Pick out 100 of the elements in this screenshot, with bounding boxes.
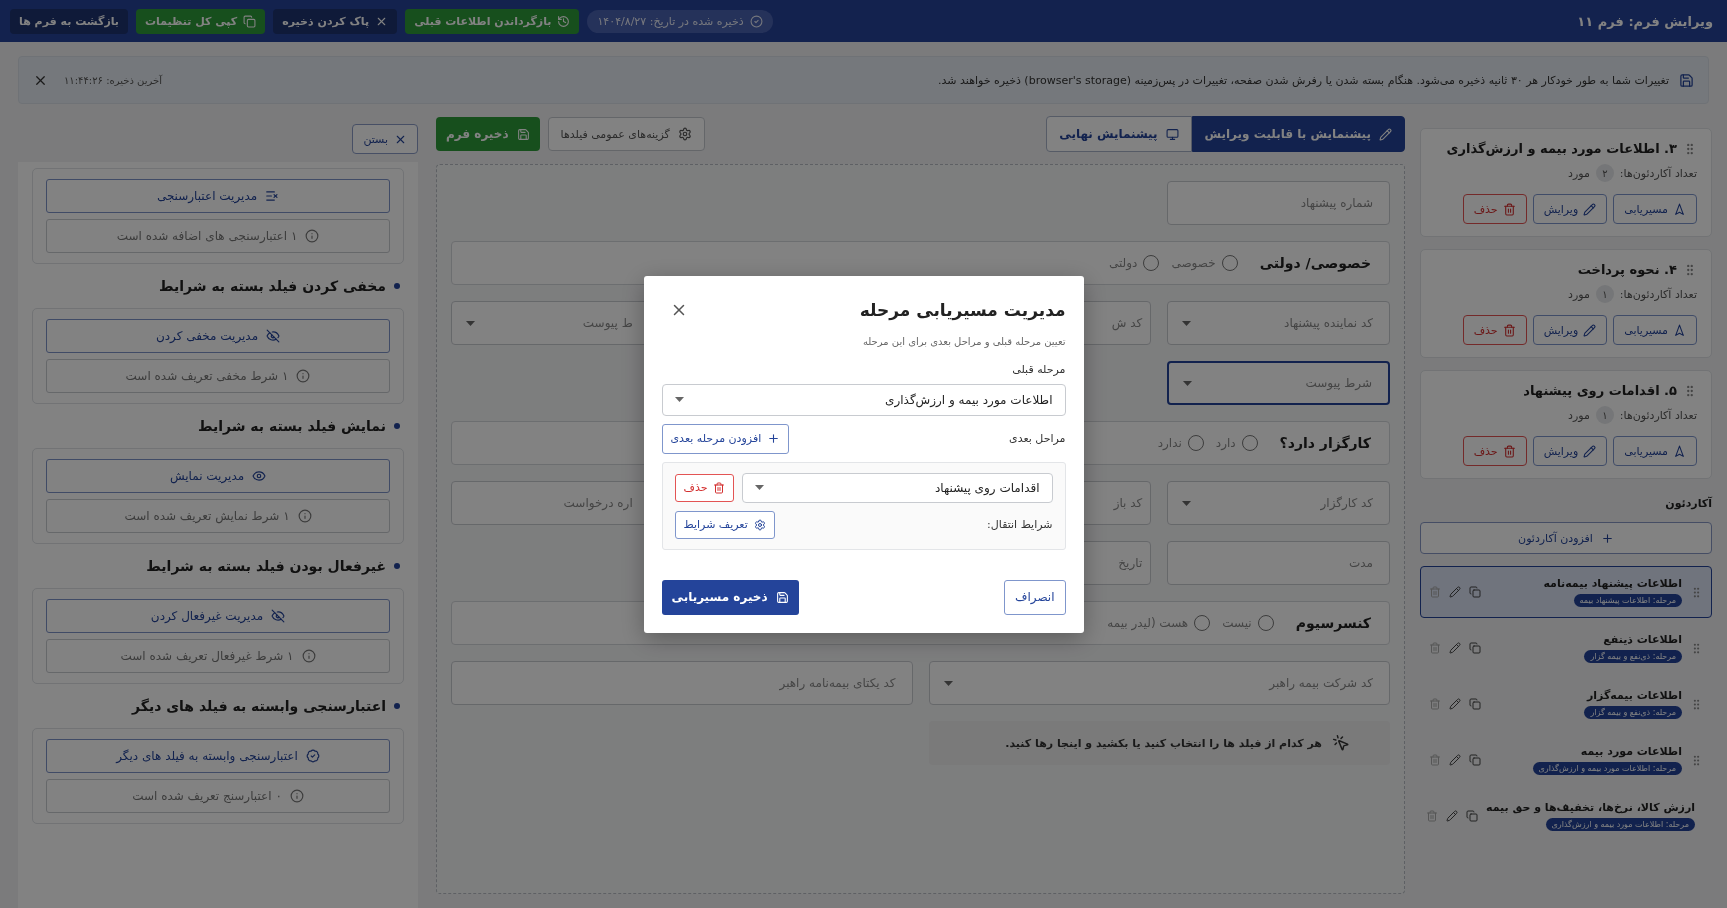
copy-icon: [1469, 642, 1481, 654]
caret-icon: [943, 680, 953, 686]
stage-title: ۵. اقدامات روی پیشنهاد: [1523, 383, 1677, 398]
dropdown-field[interactable]: شرط پیوست: [1167, 361, 1390, 405]
count-label: تعداد آکاردئون‌ها:: [1619, 166, 1697, 180]
radio-option[interactable]: هست (لیدر بیمه: [1107, 615, 1211, 631]
radio-option[interactable]: دارد: [1215, 435, 1258, 451]
info-icon: [289, 789, 304, 803]
add-next-step-button[interactable]: افزودن مرحله بعدی: [661, 423, 790, 454]
header-button[interactable]: کپی کل تنظیمات: [136, 8, 266, 34]
manage-button[interactable]: مدیریت غیرفعال کردن: [46, 599, 390, 633]
stage-badge: مرحله: ذی‌نفع و بیمه گزار: [1584, 706, 1682, 719]
previous-step-select[interactable]: اطلاعات مورد بیمه و ارزش‌گذاری: [661, 383, 1066, 416]
manage-button[interactable]: مدیریت نمایش: [46, 459, 390, 493]
stage-badge: مرحله: اطلاعات مورد بیمه و ارزش‌گذاری: [1532, 762, 1682, 775]
radio-group-label: کارگزار دارد؟: [1279, 435, 1371, 451]
cancel-button[interactable]: انصراف: [1004, 579, 1066, 615]
trash-icon: [1426, 810, 1438, 822]
section-heading: غیرفعال بودن فیلد بسته به شرایط: [146, 558, 386, 574]
pencil-icon: [1449, 754, 1461, 766]
history-icon: [557, 14, 571, 28]
caret-icon: [1182, 320, 1192, 326]
radio-button[interactable]: [1257, 615, 1274, 631]
radio-button[interactable]: [1241, 435, 1258, 451]
dropdown-field[interactable]: کد نماینده پیشنهاد: [1167, 301, 1390, 345]
navigation-arrow-icon: [1673, 202, 1686, 216]
accordion-title: اطلاعات ذینفع: [1603, 633, 1682, 646]
radio-option[interactable]: ندارد: [1157, 435, 1204, 451]
trash-icon: [1502, 323, 1516, 337]
accordion-item[interactable]: اطلاعات ذینفع مرحله: ذی‌نفع و بیمه گزار: [1420, 622, 1712, 674]
radio-group-label: خصوصی/ دولتی: [1259, 255, 1371, 271]
manage-button[interactable]: مدیریت اعتبارسنجی: [46, 179, 390, 213]
radio-button[interactable]: [1194, 615, 1211, 631]
info-text: ۱ شرط غیرفعال تعریف شده است: [120, 649, 294, 663]
copy-icon: [1469, 586, 1481, 598]
accordion-item[interactable]: اطلاعات پیشنهاد بیمه‌نامه مرحله: اطلاعات پیشنهاد بیمه: [1420, 566, 1712, 618]
stage-action-button[interactable]: ویرایش: [1532, 436, 1608, 466]
next-step-select[interactable]: اقدامات روی پیشنهاد: [742, 472, 1053, 503]
radio-option[interactable]: خصوصی: [1171, 255, 1238, 271]
pencil-icon: [1583, 202, 1597, 216]
stage-action-button[interactable]: ویرایش: [1532, 194, 1608, 224]
trash-icon: [1429, 586, 1441, 598]
radio-button[interactable]: [1187, 435, 1204, 451]
list-x-icon: [265, 189, 280, 203]
dialog-title: مدیریت مسیریابی مرحله: [859, 299, 1066, 320]
stage-action-button[interactable]: مسیریابی: [1613, 315, 1697, 345]
header-button[interactable]: بازگرداندن اطلاعات قبلی: [405, 8, 580, 34]
stage-title: ۴. نحوه پرداخت: [1577, 262, 1677, 277]
stage-action-button[interactable]: ویرایش: [1532, 315, 1608, 345]
stage-badge: مرحله: اطلاعات مورد بیمه و ارزش‌گذاری: [1545, 818, 1695, 831]
info-icon: [305, 229, 320, 243]
define-conditions-button[interactable]: تعریف شرایط: [674, 510, 775, 539]
trash-icon: [1429, 698, 1441, 710]
info-text: ۱ اعتبارسنجی های اضافه شده است: [116, 229, 298, 243]
accordion-item[interactable]: اطلاعات مورد بیمه مرحله: اطلاعات مورد بیمه و ارزش‌گذاری: [1420, 734, 1712, 786]
info-icon: [301, 649, 316, 663]
eye-icon: [252, 469, 267, 483]
stage-badge: مرحله: اطلاعات پیشنهاد بیمه: [1573, 594, 1682, 607]
navigation-arrow-icon: [1673, 323, 1686, 337]
manage-button[interactable]: اعتبارسنجی وابسته به فیلد های دیگر: [46, 739, 390, 773]
radio-option[interactable]: دولتی: [1109, 255, 1160, 271]
pencil-icon: [1449, 698, 1461, 710]
close-panel-button[interactable]: بستن: [352, 124, 418, 154]
dropdown-field[interactable]: کد کارگزار: [1167, 481, 1390, 525]
section-heading: اعتبارسنجی وابسته به فیلد های دیگر: [132, 698, 386, 714]
field-label: مراحل بعدی: [1009, 432, 1066, 445]
notice-text: تغییرات شما به طور خودکار هر ۳۰ ثانیه ذخیره می‌شود. هنگام بسته شدن یا رفرش شدن صفحه، تغییرات در پس‌زمینه (browser's storage) ذخیره خواهند شد.: [938, 73, 1669, 87]
info-icon: [297, 509, 312, 523]
stage-action-button[interactable]: حذف: [1462, 315, 1527, 345]
radio-button[interactable]: [1143, 255, 1160, 271]
accordion-item[interactable]: اطلاعات بیمه‌گزار مرحله: ذی‌نفع و بیمه گزار: [1420, 678, 1712, 730]
count-unit: مورد: [1568, 408, 1590, 422]
dropdown-field[interactable]: کد شرکت بیمه راهبر: [928, 661, 1390, 705]
radio-button[interactable]: [1221, 255, 1238, 271]
eye-off-icon: [266, 329, 281, 343]
radio-option[interactable]: نیست: [1222, 615, 1274, 631]
count-unit: مورد: [1568, 287, 1590, 301]
save-form-button[interactable]: ذخیره فرم: [436, 117, 540, 151]
view-tab[interactable]: پیشنمایش با قابلیت ویرایش: [1191, 116, 1405, 152]
view-tab[interactable]: پیشنمایش نهایی: [1046, 116, 1192, 152]
conditions-label: شرایط انتقال:: [987, 518, 1053, 531]
stage-action-button[interactable]: مسیریابی: [1613, 194, 1697, 224]
stage-action-button[interactable]: مسیریابی: [1613, 436, 1697, 466]
plus-icon: [767, 432, 781, 445]
header-button[interactable]: پاک کردن ذخیره: [273, 8, 398, 34]
stage-action-button[interactable]: حذف: [1462, 194, 1527, 224]
copy-icon: [243, 14, 257, 28]
input-field[interactable]: مدت: [1167, 541, 1390, 585]
caret-icon: [674, 397, 684, 402]
delete-button[interactable]: حذف: [674, 473, 735, 502]
manage-button[interactable]: مدیریت مخفی کردن: [46, 319, 390, 353]
stage-action-button[interactable]: حذف: [1462, 436, 1527, 466]
header-button[interactable]: بازگشت به فرم ها: [10, 8, 128, 34]
field-options-button[interactable]: گزینه‌های عمومی فیلدها: [547, 117, 705, 151]
input-field[interactable]: کد یکتای بیمه‌نامه راهبر: [451, 661, 913, 705]
add-accordion-button[interactable]: افزودن آکاردئون: [1420, 522, 1712, 554]
save-routing-button[interactable]: ذخیره مسیریابی: [661, 579, 799, 615]
input-field[interactable]: شماره پیشنهاد: [1167, 181, 1390, 225]
accordion-item[interactable]: ارزش کالا، نرخ‌ها، تخفیف‌ها و حق بیمه مرحله: اطلاعات مورد بیمه و ارزش‌گذاری: [1420, 790, 1712, 842]
caret-icon: [1183, 380, 1193, 386]
